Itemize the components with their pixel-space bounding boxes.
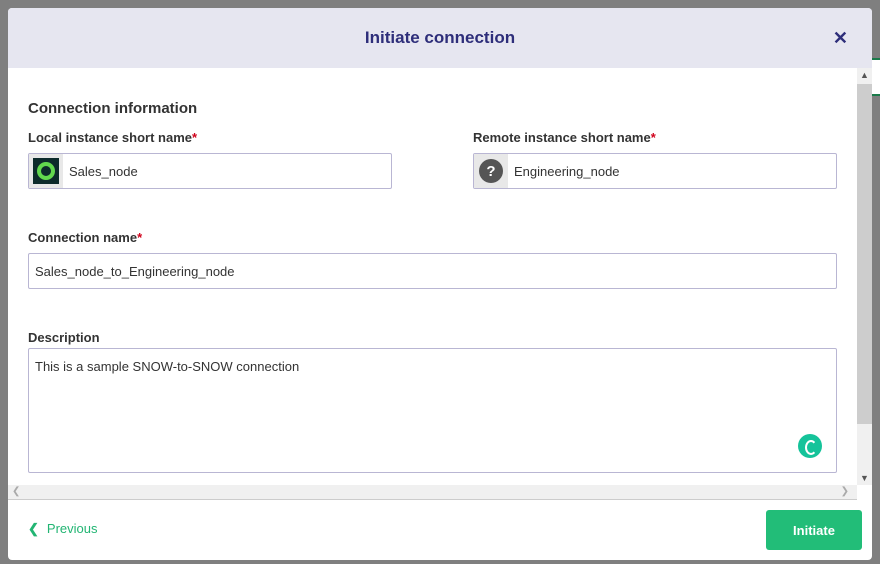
connection-name-label: Connection name* — [28, 230, 143, 245]
previous-button[interactable]: ❮ Previous — [28, 521, 97, 537]
dialog-header: Initiate connection ✕ — [8, 8, 872, 68]
remote-instance-value: Engineering_node — [514, 163, 620, 179]
local-instance-field[interactable]: Sales_node — [28, 153, 392, 189]
close-icon[interactable]: ✕ — [833, 28, 848, 49]
question-icon: ? — [474, 154, 508, 188]
scroll-up-icon[interactable]: ▲ — [860, 70, 869, 80]
servicenow-logo-icon — [29, 154, 63, 188]
remote-instance-label: Remote instance short name* — [473, 130, 656, 145]
scrollbar-thumb[interactable] — [857, 84, 872, 424]
section-title: Connection information — [28, 100, 198, 117]
dialog-footer: ❮ Previous Initiate — [8, 500, 872, 560]
dialog-title: Initiate connection — [364, 28, 516, 47]
description-value: This is a sample SNOW-to-SNOW connection — [35, 359, 300, 374]
scroll-right-icon[interactable]: ❯ — [841, 486, 849, 497]
connection-name-value: Sales_node_to_Engineering_node — [35, 263, 235, 279]
vertical-scrollbar[interactable]: ▲ ▼ — [857, 68, 872, 485]
horizontal-scrollbar[interactable]: ❮ ❯ — [8, 485, 857, 500]
chevron-left-icon: ❮ — [28, 521, 39, 536]
remote-instance-field[interactable]: ? Engineering_node — [473, 153, 837, 189]
grammarly-icon[interactable] — [798, 434, 822, 458]
dialog-body: Connection information Local instance sh… — [8, 68, 857, 485]
previous-label: Previous — [46, 521, 98, 536]
local-instance-label: Local instance short name* — [28, 130, 198, 145]
connection-name-input[interactable]: Sales_node_to_Engineering_node — [28, 253, 837, 289]
initiate-connection-dialog: Initiate connection ✕ Connection informa… — [8, 8, 872, 560]
initiate-button[interactable]: Initiate — [766, 510, 862, 550]
local-instance-value: Sales_node — [69, 163, 138, 179]
scroll-left-icon[interactable]: ❮ — [12, 486, 20, 497]
description-textarea[interactable]: This is a sample SNOW-to-SNOW connection — [28, 348, 837, 473]
description-label: Description — [28, 330, 100, 345]
scroll-down-icon[interactable]: ▼ — [860, 473, 869, 483]
